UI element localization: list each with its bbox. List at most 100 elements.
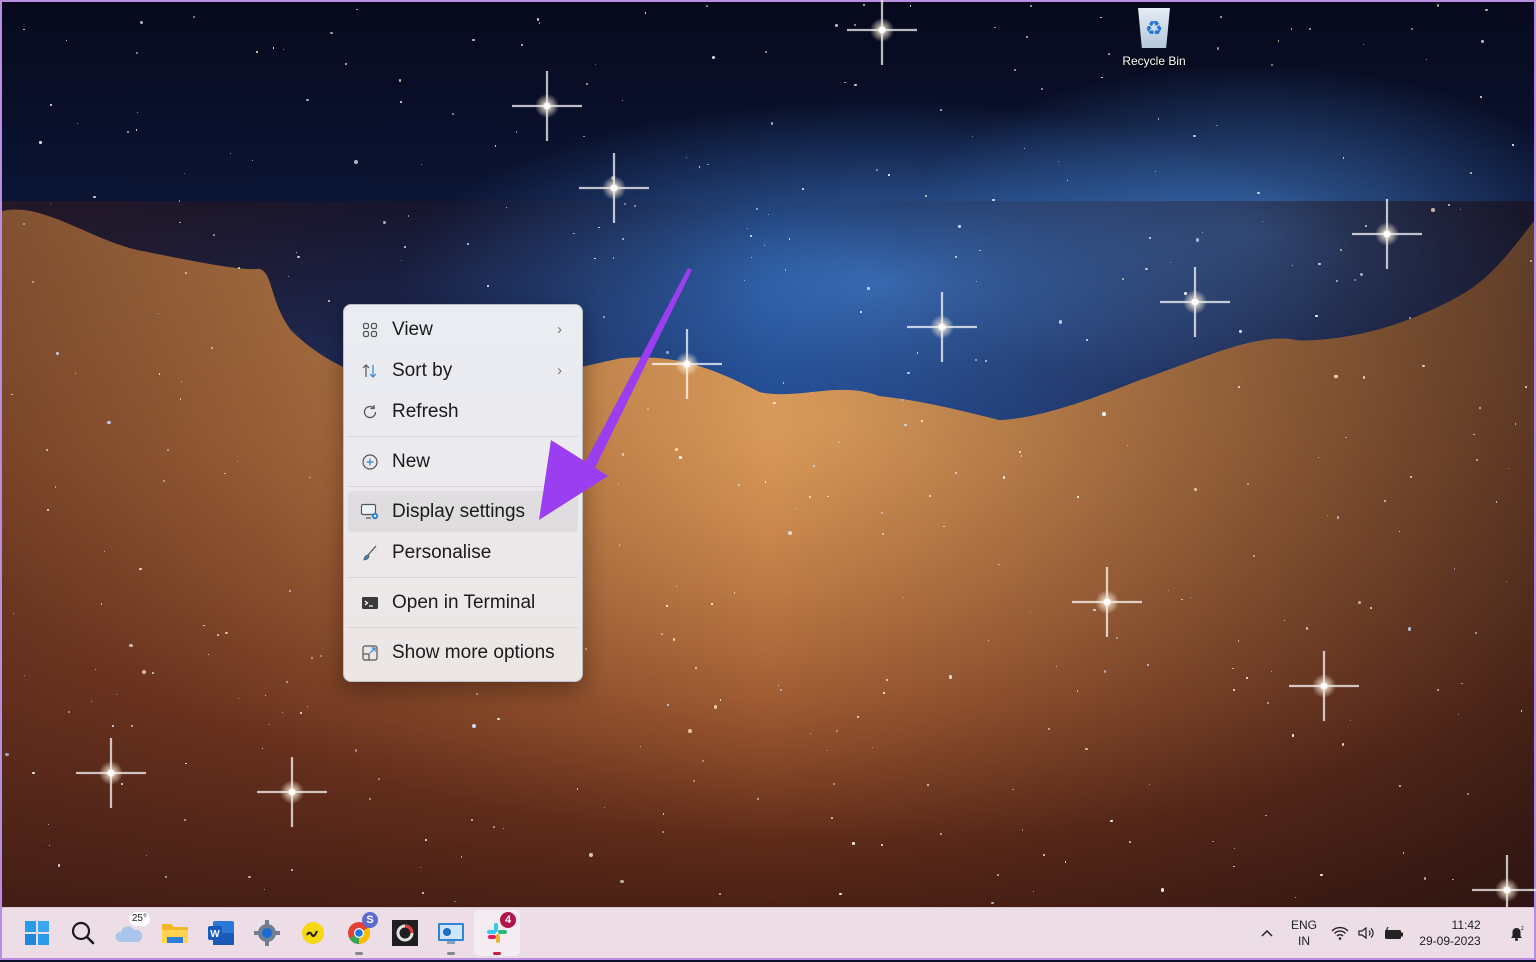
star (985, 360, 987, 362)
star (711, 602, 714, 605)
taskbar-basecamp[interactable] (290, 910, 336, 956)
star (49, 103, 52, 106)
star (971, 135, 974, 138)
star (979, 250, 981, 252)
star (767, 213, 769, 215)
star (801, 187, 805, 190)
star (460, 855, 463, 858)
taskbar-weather-widget[interactable]: 25° (106, 910, 152, 956)
star (377, 778, 380, 781)
star (1116, 637, 1119, 640)
star (719, 893, 721, 895)
star (1505, 580, 1508, 583)
star (604, 806, 606, 808)
star (1479, 406, 1481, 409)
star (1220, 16, 1223, 19)
star-flare (257, 757, 327, 827)
star (356, 8, 358, 11)
clock-date: 29-09-2023 (1419, 934, 1481, 948)
star (788, 531, 793, 536)
star (627, 387, 631, 390)
star (1047, 727, 1050, 730)
star (207, 653, 210, 655)
star (827, 495, 829, 498)
language-indicator[interactable]: ENG IN (1282, 917, 1326, 949)
star (1239, 330, 1242, 333)
star (1032, 890, 1034, 893)
star (582, 135, 585, 138)
tray-network-volume-battery[interactable] (1326, 926, 1410, 940)
star (1109, 819, 1113, 823)
star (1108, 53, 1111, 56)
star (1315, 315, 1318, 318)
brush-icon (360, 543, 380, 563)
star (920, 419, 924, 423)
star (47, 509, 49, 512)
star (32, 771, 36, 775)
star (702, 759, 705, 762)
star (926, 784, 929, 787)
star (1267, 701, 1269, 704)
tray-overflow-button[interactable] (1252, 928, 1282, 938)
star (93, 196, 96, 199)
star (1020, 454, 1023, 457)
star (1264, 814, 1267, 817)
star (782, 382, 785, 384)
star (1473, 434, 1475, 436)
star (620, 879, 624, 884)
taskbar-file-explorer[interactable] (152, 910, 198, 956)
taskbar-search-button[interactable] (60, 910, 106, 956)
menu-item-show-more-options[interactable]: Show more options (348, 632, 578, 673)
menu-item-refresh[interactable]: Refresh (348, 391, 578, 432)
chevron-right-icon: › (557, 321, 562, 338)
star (203, 624, 205, 626)
menu-item-open-in-terminal[interactable]: Open in Terminal (348, 582, 578, 623)
notifications-button[interactable]: z (1500, 924, 1534, 942)
star (1461, 682, 1463, 684)
taskbar-settings[interactable] (244, 910, 290, 956)
photo-app-icon (438, 923, 464, 944)
star (1102, 412, 1107, 417)
star (210, 347, 214, 350)
star (644, 12, 646, 14)
menu-item-new[interactable]: New (348, 441, 578, 482)
star (746, 227, 748, 229)
menu-item-sort-by[interactable]: Sort by › (348, 350, 578, 391)
star (1085, 748, 1088, 751)
star (23, 674, 25, 676)
star (1193, 488, 1198, 492)
star (764, 50, 768, 53)
star (838, 441, 841, 443)
menu-item-display-settings[interactable]: Display settings (348, 491, 578, 532)
star (808, 495, 812, 499)
taskbar-photo-app[interactable] (428, 910, 474, 956)
chevron-right-icon: › (557, 362, 562, 379)
star (1469, 172, 1472, 174)
taskbar-start-button[interactable] (14, 910, 60, 956)
star (991, 901, 994, 904)
taskbar-chrome[interactable]: S (336, 910, 382, 956)
star (295, 252, 297, 254)
desktop-icon-recycle-bin[interactable]: ♻ Recycle Bin (1114, 8, 1194, 68)
star (672, 638, 676, 641)
star (136, 111, 138, 113)
recycle-bin-icon: ♻ (1138, 8, 1170, 48)
star (494, 145, 497, 147)
star (706, 5, 709, 8)
menu-item-view[interactable]: View › (348, 309, 578, 350)
star (330, 32, 333, 35)
star (1193, 135, 1196, 138)
star (472, 723, 477, 728)
star (285, 681, 289, 684)
star (288, 275, 290, 277)
menu-item-personalise[interactable]: Personalise (348, 532, 578, 573)
star-flare (76, 738, 146, 808)
star (1246, 677, 1248, 679)
star (57, 864, 61, 867)
taskbar-slack[interactable]: 4 (474, 910, 520, 956)
star (750, 235, 752, 237)
taskbar-screen-recorder[interactable] (382, 910, 428, 956)
star (784, 269, 787, 271)
clock[interactable]: 11:42 29-09-2023 (1410, 917, 1490, 949)
taskbar-word[interactable]: W (198, 910, 244, 956)
